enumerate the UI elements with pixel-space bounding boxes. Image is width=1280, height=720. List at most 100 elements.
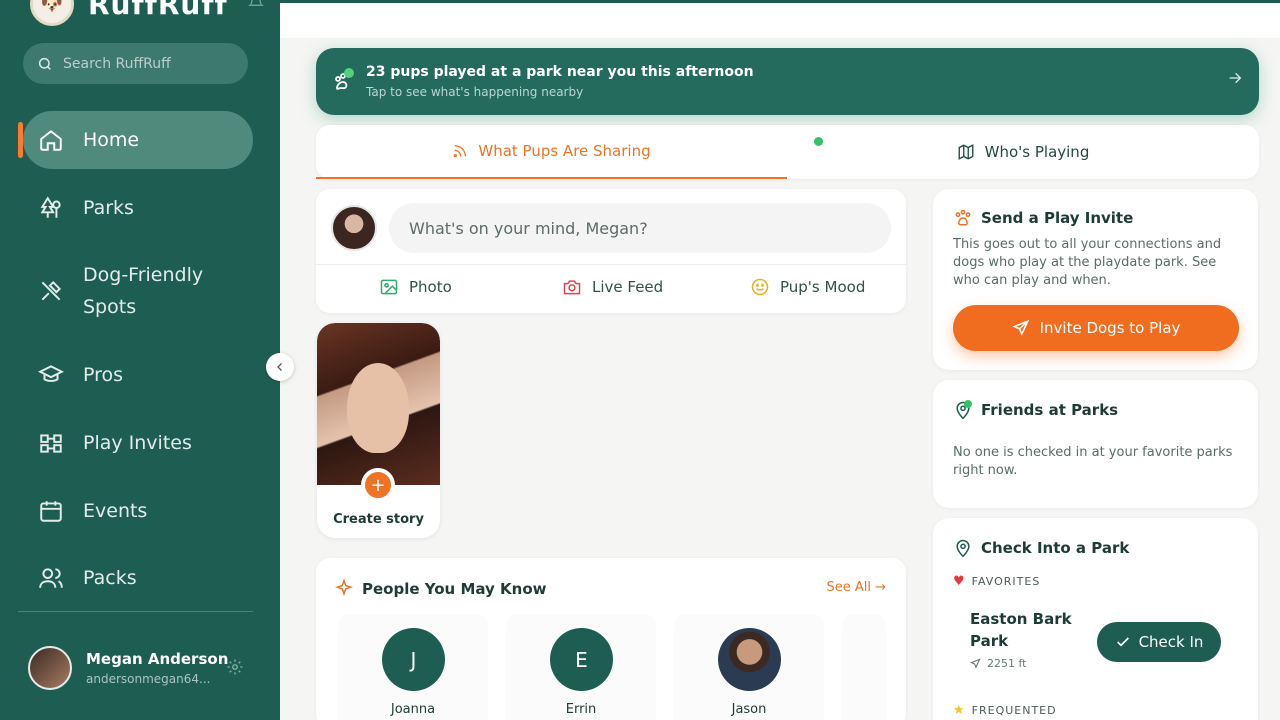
heart-icon: ♥: [953, 574, 966, 589]
sidebar-item-label-group: Dog-Friendly Spots: [83, 259, 203, 323]
sidebar-item-parks[interactable]: Parks: [23, 193, 253, 223]
sidebar-item-home[interactable]: Home: [23, 111, 253, 169]
feed-tabs: What Pups Are Sharing Who's Playing: [316, 125, 1259, 179]
park-name[interactable]: Easton Bark Park: [970, 608, 1090, 652]
sidebar-item-label: Pros: [83, 364, 124, 386]
sidebar-item-packs[interactable]: Packs: [23, 563, 253, 593]
people-icon: [37, 564, 65, 592]
home-icon: [37, 126, 65, 154]
friends-at-parks-card: Friends at Parks No one is checked in at…: [933, 380, 1258, 508]
sidebar-item-dog-friendly-spots[interactable]: Dog-Friendly Spots: [23, 259, 253, 323]
favorites-text: FAVORITES: [971, 575, 1041, 588]
online-indicator: [814, 137, 823, 146]
dog-logo-icon: 🐶: [30, 0, 74, 26]
banner-subtitle: Tap to see what's happening nearby: [366, 85, 584, 99]
sidebar-item-play-invites[interactable]: Play Invites: [23, 428, 253, 458]
avatar: E: [550, 628, 613, 691]
person-name: Joanna: [390, 702, 436, 717]
person-card[interactable]: J Joanna: [338, 614, 488, 720]
avatar[interactable]: [28, 646, 72, 690]
person-card[interactable]: E Errin: [506, 614, 656, 720]
search-input[interactable]: [63, 55, 233, 72]
activity-banner[interactable]: 23 pups played at a park near you this a…: [316, 48, 1259, 115]
card-title: Check Into a Park: [981, 539, 1130, 557]
send-icon: [1011, 319, 1029, 336]
sidebar: 🐶 RuffRuff Home Parks Dog-Friendly Spots: [0, 0, 280, 720]
profile-handle: andersonmegan64...: [86, 672, 211, 686]
user-profile[interactable]: Megan Anderson andersonmegan64...: [28, 646, 228, 690]
invite-dogs-button[interactable]: Invite Dogs to Play: [953, 305, 1239, 351]
calendar-icon: [37, 497, 65, 525]
tab-label: What Pups Are Sharing: [478, 142, 651, 160]
search-box[interactable]: [23, 43, 248, 84]
profile-text: Megan Anderson andersonmegan64...: [86, 650, 228, 686]
tab-what-pups-are-sharing[interactable]: What Pups Are Sharing: [316, 125, 787, 179]
camera-icon: [563, 280, 581, 295]
utensils-icon: [37, 277, 65, 305]
banner-title: 23 pups played at a park near you this a…: [366, 64, 754, 80]
location-pin-icon: [953, 538, 973, 562]
card-description: No one is checked in at your favorite pa…: [953, 445, 1233, 478]
check-in-button[interactable]: Check In: [1097, 622, 1221, 662]
post-composer: Photo Live Feed Pup's Mood: [316, 189, 906, 313]
sidebar-item-label-line2: Spots: [83, 296, 137, 318]
sidebar-item-label: Parks: [83, 197, 134, 219]
play-invite-card: Send a Play Invite This goes out to all …: [933, 189, 1258, 370]
park-distance-value: 2251 ft: [987, 657, 1027, 670]
sidebar-item-label: Play Invites: [83, 432, 192, 454]
person-card[interactable]: Jason: [674, 614, 824, 720]
sidebar-item-label: Home: [83, 129, 140, 151]
photo-button[interactable]: Photo: [379, 277, 452, 297]
post-input[interactable]: [389, 203, 891, 253]
arrow-right-icon: [1227, 70, 1243, 90]
frequented-label: ★ FREQUENTED: [953, 703, 1057, 718]
see-all-label: See All: [826, 580, 871, 595]
card-title: Friends at Parks: [981, 401, 1119, 419]
sidebar-item-label: Packs: [83, 567, 137, 589]
story-face: [347, 363, 409, 453]
rss-icon: [454, 145, 467, 158]
avatar: [331, 205, 377, 251]
online-indicator: [964, 400, 972, 408]
tab-whos-playing[interactable]: Who's Playing: [787, 125, 1259, 179]
collapse-sidebar-button[interactable]: [266, 353, 294, 381]
checkmark-icon: [1116, 637, 1129, 647]
plus-icon[interactable]: +: [361, 468, 395, 502]
divider: [316, 264, 906, 265]
bell-icon[interactable]: [247, 0, 264, 14]
create-story-label: Create story: [333, 512, 424, 527]
tab-label: Who's Playing: [984, 143, 1090, 161]
card-title: Send a Play Invite: [981, 209, 1134, 227]
section-title: People You May Know: [362, 580, 547, 598]
gear-icon[interactable]: [226, 658, 244, 680]
pups-mood-button[interactable]: Pup's Mood: [750, 277, 865, 297]
check-into-park-card: Check Into a Park ♥ FAVORITES Easton Bar…: [933, 518, 1258, 720]
star-icon: ★: [953, 703, 966, 718]
person-name: Jason: [731, 702, 767, 717]
graduation-cap-icon: [37, 361, 65, 389]
play-invites-icon: [37, 429, 65, 457]
top-bar: [280, 0, 1280, 38]
sidebar-item-events[interactable]: Events: [23, 496, 253, 526]
create-story-card[interactable]: + Create story: [317, 323, 440, 538]
arrow-right-icon: →: [875, 580, 886, 595]
see-all-link[interactable]: See All →: [826, 580, 886, 595]
park-distance: 2251 ft: [970, 657, 1026, 670]
sidebar-item-label: Dog-Friendly: [83, 264, 204, 286]
chevron-left-icon: [277, 363, 282, 371]
sidebar-item-pros[interactable]: Pros: [23, 360, 253, 390]
favorites-label: ♥ FAVORITES: [953, 574, 1040, 589]
live-feed-button[interactable]: Live Feed: [562, 277, 663, 297]
people-you-may-know: People You May Know See All → J Joanna E…: [316, 558, 906, 720]
person-card[interactable]: [842, 614, 886, 720]
profile-name: Megan Anderson: [86, 650, 229, 668]
avatar: [718, 628, 781, 691]
pups-mood-label: Pup's Mood: [780, 278, 866, 296]
photo-label: Photo: [409, 278, 452, 296]
brand[interactable]: 🐶 RuffRuff: [30, 0, 264, 26]
card-description: This goes out to all your connections an…: [953, 237, 1222, 288]
photo-icon: [380, 279, 398, 295]
avatar: J: [382, 628, 445, 691]
smiley-icon: [751, 278, 769, 296]
live-indicator: [344, 68, 354, 78]
